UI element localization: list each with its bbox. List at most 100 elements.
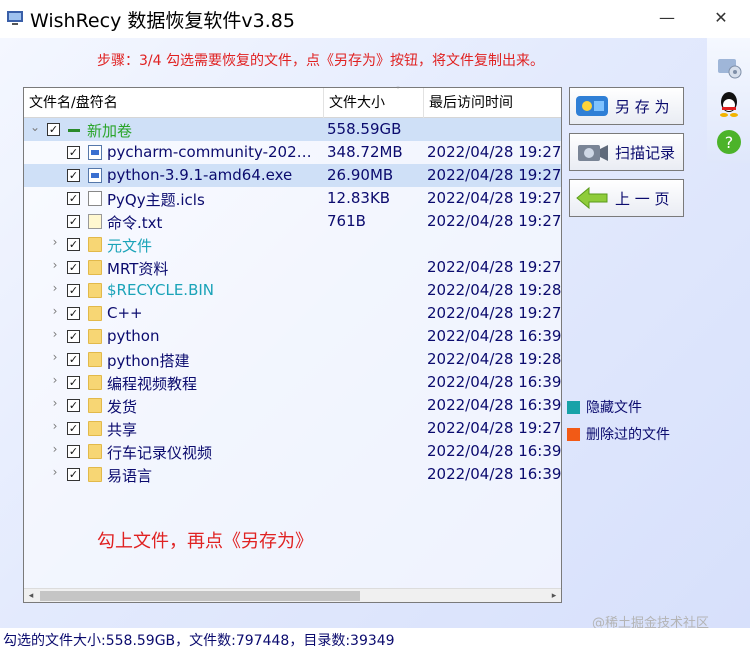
help-icon[interactable]: ? bbox=[715, 128, 743, 156]
row-date: 2022/04/28 19:27: bbox=[427, 304, 561, 322]
folder-icon bbox=[88, 306, 102, 321]
column-header-name[interactable]: 文件名/盘符名 bbox=[24, 88, 324, 118]
tree-row[interactable]: ⌄ ✓ 新加卷 558.59GB bbox=[24, 118, 561, 141]
status-bar: 勾选的文件大小:558.59GB，文件数:797448，目录数:39349 bbox=[0, 628, 750, 650]
row-checkbox[interactable]: ✓ bbox=[67, 330, 80, 343]
row-name: python bbox=[107, 327, 160, 345]
legend-deleted-files: 删除过的文件 bbox=[567, 424, 670, 444]
expand-chevron-icon[interactable]: › bbox=[48, 465, 62, 479]
row-checkbox[interactable]: ✓ bbox=[67, 353, 80, 366]
tree-row[interactable]: › ✓ 发货 2022/04/28 16:39: bbox=[24, 394, 561, 417]
row-checkbox[interactable]: ✓ bbox=[67, 307, 80, 320]
settings-icon[interactable] bbox=[715, 53, 743, 81]
file-tree[interactable]: 文件名/盘符名 文件大小 ˅ 最后访问时间 ⌄ ✓ 新加卷 558.59GB ✓ pych… bbox=[23, 86, 562, 603]
row-name: python搭建 bbox=[107, 352, 190, 370]
scan-record-button[interactable]: 扫描记录 bbox=[569, 133, 684, 171]
prev-page-button[interactable]: 上 一 页 bbox=[569, 179, 684, 217]
tree-row[interactable]: ✓ pycharm-community-202… 348.72MB 2022/04/2… bbox=[24, 141, 561, 164]
horizontal-scrollbar[interactable]: ◂ ▸ bbox=[24, 588, 561, 602]
expand-chevron-icon[interactable]: ⌄ bbox=[28, 120, 42, 134]
row-date: 2022/04/28 19:27: bbox=[427, 166, 561, 184]
file-icon bbox=[88, 191, 102, 206]
row-checkbox[interactable]: ✓ bbox=[67, 468, 80, 481]
tree-row[interactable]: › ✓ MRT资料 2022/04/28 19:27: bbox=[24, 256, 561, 279]
row-date: 2022/04/28 16:39: bbox=[427, 442, 561, 460]
right-sidebar: ? bbox=[707, 38, 750, 163]
row-checkbox[interactable]: ✓ bbox=[67, 399, 80, 412]
expand-chevron-icon[interactable]: › bbox=[48, 396, 62, 410]
tree-row[interactable]: ✓ 命令.txt 761B 2022/04/28 19:27: bbox=[24, 210, 561, 233]
folder-icon bbox=[88, 467, 102, 482]
expand-chevron-icon[interactable]: › bbox=[48, 258, 62, 272]
scroll-right-icon[interactable]: ▸ bbox=[547, 589, 561, 603]
legend-swatch-deleted bbox=[567, 428, 580, 441]
expand-chevron-icon[interactable]: › bbox=[48, 442, 62, 456]
hint-text: 勾上文件，再点《另存为》 bbox=[97, 531, 313, 552]
folder-icon bbox=[88, 352, 102, 367]
txt-icon bbox=[88, 214, 102, 229]
row-checkbox[interactable]: ✓ bbox=[67, 445, 80, 458]
row-date: 2022/04/28 19:27: bbox=[427, 258, 561, 276]
qq-icon[interactable] bbox=[715, 90, 743, 118]
tree-row[interactable]: › ✓ 元文件 bbox=[24, 233, 561, 256]
tree-row[interactable]: › ✓ $RECYCLE.BIN 2022/04/28 19:28: bbox=[24, 279, 561, 302]
folder-icon bbox=[88, 375, 102, 390]
scroll-left-icon[interactable]: ◂ bbox=[24, 589, 38, 603]
row-size: 12.83KB bbox=[327, 189, 391, 207]
column-header-size[interactable]: 文件大小 bbox=[324, 88, 424, 118]
tree-row[interactable]: ✓ PyQy主题.icls 12.83KB 2022/04/28 19:27: bbox=[24, 187, 561, 210]
legend-swatch-hidden bbox=[567, 401, 580, 414]
row-date: 2022/04/28 19:28: bbox=[427, 281, 561, 299]
tree-row[interactable]: ✓ python-3.9.1-amd64.exe 26.90MB 2022/04/28… bbox=[24, 164, 561, 187]
tree-rows: ⌄ ✓ 新加卷 558.59GB ✓ pycharm-community-202… 348.… bbox=[24, 118, 561, 588]
save-as-button[interactable]: 另 存 为 bbox=[569, 87, 684, 125]
row-checkbox[interactable]: ✓ bbox=[67, 238, 80, 251]
tree-row[interactable]: › ✓ 行车记录仪视频 2022/04/28 16:39: bbox=[24, 440, 561, 463]
row-checkbox[interactable]: ✓ bbox=[67, 169, 80, 182]
close-button[interactable]: ✕ bbox=[706, 6, 736, 30]
row-checkbox[interactable]: ✓ bbox=[67, 422, 80, 435]
save-as-icon bbox=[576, 96, 608, 116]
tree-row[interactable]: › ✓ 编程视频教程 2022/04/28 16:39: bbox=[24, 371, 561, 394]
expand-chevron-icon[interactable]: › bbox=[48, 350, 62, 364]
row-name: 共享 bbox=[107, 421, 138, 439]
row-date: 2022/04/28 19:27: bbox=[427, 419, 561, 437]
folder-icon bbox=[88, 329, 102, 344]
minimize-button[interactable]: — bbox=[652, 6, 682, 30]
tree-row[interactable]: › ✓ 易语言 2022/04/28 16:39: bbox=[24, 463, 561, 486]
drive-icon bbox=[68, 129, 80, 132]
expand-chevron-icon[interactable]: › bbox=[48, 327, 62, 341]
row-name: 发货 bbox=[107, 398, 138, 416]
tree-row[interactable]: › ✓ python搭建 2022/04/28 19:28: bbox=[24, 348, 561, 371]
row-checkbox[interactable]: ✓ bbox=[67, 215, 80, 228]
title-bar: WishRecy 数据恢复软件v3.85 — ✕ bbox=[0, 0, 750, 38]
column-header-date[interactable]: 最后访问时间 bbox=[424, 88, 561, 118]
tree-header: 文件名/盘符名 文件大小 ˅ 最后访问时间 bbox=[24, 86, 561, 118]
row-name: pycharm-community-202… bbox=[107, 143, 312, 161]
expand-chevron-icon[interactable]: › bbox=[48, 304, 62, 318]
row-checkbox[interactable]: ✓ bbox=[47, 123, 60, 136]
expand-chevron-icon[interactable]: › bbox=[48, 235, 62, 249]
sort-caret-icon: ˅ bbox=[396, 86, 400, 95]
scroll-thumb[interactable] bbox=[40, 591, 360, 601]
row-checkbox[interactable]: ✓ bbox=[67, 261, 80, 274]
tree-row[interactable]: › ✓ C++ 2022/04/28 19:27: bbox=[24, 302, 561, 325]
tree-row[interactable]: › ✓ python 2022/04/28 16:39: bbox=[24, 325, 561, 348]
row-size: 558.59GB bbox=[327, 120, 402, 138]
folder-icon bbox=[88, 260, 102, 275]
row-checkbox[interactable]: ✓ bbox=[67, 146, 80, 159]
scan-record-label: 扫描记录 bbox=[615, 143, 676, 162]
expand-chevron-icon[interactable]: › bbox=[48, 281, 62, 295]
tree-row[interactable]: › ✓ 共享 2022/04/28 19:27: bbox=[24, 417, 561, 440]
row-checkbox[interactable]: ✓ bbox=[67, 376, 80, 389]
row-checkbox[interactable]: ✓ bbox=[67, 192, 80, 205]
expand-chevron-icon[interactable]: › bbox=[48, 373, 62, 387]
expand-chevron-icon[interactable]: › bbox=[48, 419, 62, 433]
row-date: 2022/04/28 16:39: bbox=[427, 396, 561, 414]
row-name: 元文件 bbox=[107, 237, 153, 255]
status-text: 勾选的文件大小:558.59GB，文件数:797448，目录数:39349 bbox=[3, 633, 395, 649]
row-checkbox[interactable]: ✓ bbox=[67, 284, 80, 297]
row-name: 新加卷 bbox=[87, 122, 133, 140]
window-title: WishRecy 数据恢复软件v3.85 bbox=[30, 10, 295, 32]
folder-icon bbox=[88, 444, 102, 459]
